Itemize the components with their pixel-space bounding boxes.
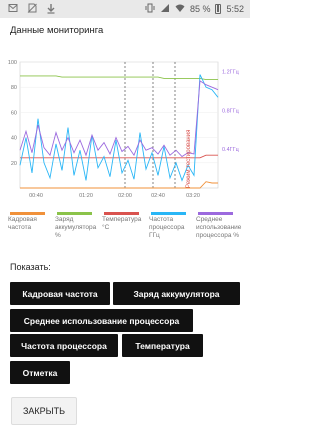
legend-item: Кадровая частота (8, 212, 55, 246)
legend-swatch (57, 212, 92, 215)
battery-percent: 85 % (189, 3, 211, 14)
signal-icon (160, 3, 170, 14)
status-bar: 85 % 5:52 (0, 0, 250, 18)
x-axis-labels: 00:40 01:20 02:00 02:40 03:20 (29, 193, 200, 199)
chip-mark[interactable]: Отметка (10, 361, 70, 384)
chip-cpu-average[interactable]: Среднее использование процессора (10, 309, 193, 332)
legend-item: Частота процессора ГГц (149, 212, 196, 246)
x-tick-label: 03:20 (186, 193, 200, 199)
y-tick-label: 100 (8, 60, 17, 66)
legend-swatch (104, 212, 139, 215)
legend-label: Кадровая частота (8, 216, 37, 231)
y-right-tick-label: 1.2ГГц (222, 70, 240, 76)
legend-swatch (198, 212, 233, 215)
clock: 5:52 (226, 3, 244, 14)
legend-item: Температура °C (102, 212, 149, 246)
y-axis-right-labels: 1.2ГГц 0.8ГГц 0.4ГГц (222, 70, 240, 154)
legend-label: Частота процессора ГГц (149, 216, 185, 239)
x-tick-label: 01:20 (79, 193, 93, 199)
monitoring-chart: 100 80 60 40 20 1.2ГГц 0.8ГГц 0.4ГГц 00:40 01:2… (8, 60, 240, 199)
y-tick-label: 20 (11, 161, 17, 167)
x-tick-label: 02:40 (151, 193, 165, 199)
message-icon (8, 3, 18, 14)
no-sim-icon (27, 3, 37, 14)
y-tick-label: 60 (11, 110, 17, 116)
series-line (20, 75, 218, 81)
chip-frame-rate[interactable]: Кадровая частота (10, 282, 110, 305)
download-icon (46, 3, 56, 14)
chip-battery[interactable]: Заряд аккумулятора (113, 282, 240, 305)
show-label: Показать: (10, 262, 51, 272)
y-right-tick-label: 0.8ГГц (222, 108, 240, 114)
page-title: Данные мониторинга (10, 25, 104, 36)
chip-temperature[interactable]: Температура (122, 334, 203, 357)
x-tick-label: 02:00 (118, 193, 132, 199)
legend-swatch (151, 212, 186, 215)
wifi-icon (175, 3, 185, 14)
legend-swatch (10, 212, 45, 215)
y-axis-left-labels: 100 80 60 40 20 (8, 60, 17, 167)
legend-label: Температура °C (102, 216, 142, 231)
chart-legend: Кадровая частота Заряд аккумулятора % Темп… (8, 212, 243, 246)
x-tick-label: 00:40 (29, 193, 43, 199)
vibrate-icon (145, 3, 155, 14)
close-button[interactable]: ЗАКРЫТЬ (11, 397, 77, 425)
chip-cpu-frequency[interactable]: Частота процессора (10, 334, 118, 357)
y-tick-label: 40 (11, 136, 17, 142)
legend-label: Заряд аккумулятора % (55, 216, 97, 239)
chart-markers (124, 62, 176, 188)
y-right-tick-label: 0.4ГГц (222, 147, 240, 153)
legend-item: Заряд аккумулятора % (55, 212, 102, 246)
y-tick-label: 80 (11, 85, 17, 91)
legend-item: Среднее использование процессора % (196, 212, 243, 246)
battery-icon (215, 3, 222, 14)
chart-annotation: Режим тестирования (186, 130, 192, 188)
legend-label: Среднее использование процессора % (196, 216, 242, 239)
